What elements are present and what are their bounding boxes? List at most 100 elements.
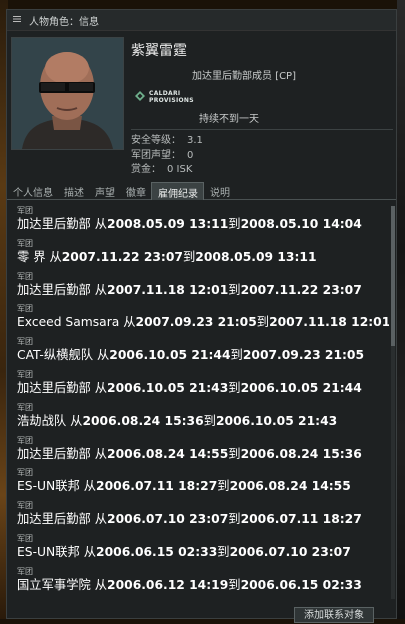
tab-standings[interactable]: 声望 [89, 182, 120, 199]
history-end: 2007.11.22 23:07 [240, 282, 362, 297]
history-entry[interactable]: 军团 ES-UN联邦 从2006.06.15 02:33到2006.07.10 2… [17, 534, 389, 567]
history-start: 2006.06.15 02:33 [96, 544, 218, 559]
history-line: Exceed Samsara 从2007.09.23 21:05到2007.11… [17, 314, 389, 330]
history-role: 军团 [17, 238, 33, 248]
history-entry[interactable]: 军团 CAT-纵横舰队 从2006.10.05 21:44到2007.09.23 … [17, 337, 389, 370]
scrollbar-thumb[interactable] [391, 206, 395, 346]
history-start: 2008.05.09 13:11 [107, 217, 229, 231]
history-to: 到 [230, 348, 243, 363]
history-from: 从 [94, 282, 108, 297]
history-end: 2006.07.11 18:27 [240, 512, 362, 527]
history-role: 军团 [17, 337, 33, 347]
employment-history-list[interactable]: 军团 加达里后勤部 从2008.05.09 13:11到2008.05.10 14… [17, 206, 389, 599]
history-from: 从 [94, 217, 108, 231]
window-titlebar[interactable]: 人物角色：信息 [7, 10, 396, 31]
history-line: 加达里后勤部 从2008.05.09 13:11到2008.05.10 14:0… [17, 216, 389, 232]
corporation-membership[interactable]: 加达里后勤部成员 [CP] [192, 67, 296, 82]
history-start: 2007.11.22 23:07 [61, 249, 183, 264]
character-name: 紫翼雷霆 [131, 43, 187, 59]
history-entry[interactable]: 军团 ES-UN联邦 从2006.07.11 18:27到2006.08.24 1… [17, 468, 389, 501]
logo-text-line1: CALDARI [149, 89, 181, 97]
history-corp[interactable]: 浩劫战队 [17, 414, 66, 428]
history-entry[interactable]: 军团 Exceed Samsara 从2007.09.23 21:05到2007.… [17, 304, 389, 337]
history-corp[interactable]: ES-UN联邦 [17, 545, 80, 559]
history-start: 2006.08.24 15:36 [82, 413, 204, 428]
character-portrait [11, 37, 124, 150]
history-role: 军团 [17, 566, 33, 576]
history-line: ES-UN联邦 从2006.06.15 02:33到2006.07.10 23:… [17, 544, 389, 560]
history-to: 到 [228, 217, 241, 231]
history-start: 2006.10.05 21:43 [107, 380, 229, 395]
history-to: 到 [228, 446, 241, 461]
history-from: 从 [94, 512, 108, 527]
history-corp[interactable]: 加达里后勤部 [17, 217, 91, 231]
history-corp[interactable]: Exceed Samsara [17, 315, 119, 329]
history-corp[interactable]: 加达里后勤部 [17, 283, 91, 297]
history-corp[interactable]: 加达里后勤部 [17, 512, 91, 526]
history-line: 加达里后勤部 从2006.07.10 23:07到2006.07.11 18:2… [17, 511, 389, 527]
history-role: 军团 [17, 271, 33, 281]
history-entry[interactable]: 军团 加达里后勤部 从2007.11.18 12:01到2007.11.22 23… [17, 272, 389, 305]
history-line: ES-UN联邦 从2006.07.11 18:27到2006.08.24 14:… [17, 478, 389, 494]
history-end: 2008.05.10 14:04 [240, 217, 362, 231]
history-start: 2006.08.24 14:55 [107, 446, 229, 461]
history-end: 2006.10.05 21:43 [215, 413, 338, 428]
history-start: 2006.07.11 18:27 [96, 479, 218, 494]
history-line: 国立军事学院 从2006.06.12 14:19到2006.06.15 02:3… [17, 577, 389, 593]
history-start: 2007.09.23 21:05 [135, 315, 257, 330]
history-entry[interactable]: 军团 加达里后勤部 从2008.05.09 13:11到2008.05.10 14… [17, 206, 389, 239]
history-end: 2007.09.23 21:05 [242, 348, 365, 363]
tab-decorations[interactable]: 徽章 [120, 182, 151, 199]
history-start: 2007.11.18 12:01 [107, 282, 229, 297]
history-from: 从 [70, 413, 83, 428]
history-to: 到 [228, 577, 241, 592]
history-corp[interactable]: 零 界 [17, 250, 46, 264]
history-role: 军团 [17, 206, 33, 215]
history-role: 军团 [17, 501, 33, 511]
tab-employment-history[interactable]: 雇佣纪录 [151, 182, 204, 200]
history-end: 2006.08.24 14:55 [229, 479, 351, 494]
history-entry[interactable]: 军团 国立军事学院 从2006.06.12 14:19到2006.06.15 02… [17, 567, 389, 599]
history-to: 到 [182, 249, 196, 264]
history-role: 军团 [17, 304, 33, 314]
history-entry[interactable]: 军团 加达里后勤部 从2006.10.05 21:43到2006.10.05 21… [17, 370, 389, 403]
history-line: 加达里后勤部 从2006.08.24 14:55到2006.08.24 15:3… [17, 446, 389, 462]
history-end: 2006.10.05 21:44 [240, 380, 362, 395]
history-entry[interactable]: 军团 加达里后勤部 从2006.07.10 23:07到2006.07.11 18… [17, 501, 389, 534]
history-entry[interactable]: 军团零 界 从2007.11.22 23:07到2008.05.09 13:11 [17, 239, 389, 272]
history-role: 军团 [17, 468, 33, 478]
corporation-logo[interactable]: CALDARI PROVISIONS [134, 87, 194, 106]
character-stats: 安全等级： 3.1 军团声望： 0 赏金： 0 ISK [131, 134, 203, 178]
bounty-row: 赏金： 0 ISK [131, 164, 193, 175]
history-end: 2006.08.24 15:36 [240, 446, 362, 461]
caldari-provisions-logo-icon [134, 87, 146, 106]
tab-notes[interactable]: 说明 [204, 182, 235, 199]
history-corp[interactable]: CAT-纵横舰队 [17, 348, 93, 362]
history-entry[interactable]: 军团 浩劫战队 从2006.08.24 15:36到2006.10.05 21:4… [17, 403, 389, 436]
history-to: 到 [256, 315, 270, 330]
history-corp[interactable]: 加达里后勤部 [17, 381, 91, 395]
tab-personal-info[interactable]: 个人信息 [7, 182, 58, 199]
history-start: 2006.07.10 23:07 [107, 512, 229, 527]
history-from: 从 [49, 249, 62, 264]
add-contact-button[interactable]: 添加联系对象 [294, 607, 374, 623]
history-from: 从 [123, 315, 136, 330]
security-status-row: 安全等级： 3.1 [131, 135, 203, 146]
history-start: 2006.10.05 21:44 [109, 348, 231, 363]
history-from: 从 [94, 380, 108, 395]
tab-description[interactable]: 描述 [58, 182, 89, 199]
menu-icon[interactable] [13, 15, 23, 26]
info-tabs: 个人信息 描述 声望 徽章 雇佣纪录 说明 [7, 182, 396, 200]
history-corp[interactable]: 国立军事学院 [17, 578, 91, 592]
history-from: 从 [83, 479, 97, 494]
background-right [397, 0, 405, 619]
history-corp[interactable]: ES-UN联邦 [17, 479, 80, 493]
history-end: 2006.06.15 02:33 [240, 577, 362, 592]
history-start: 2006.06.12 14:19 [107, 577, 229, 592]
history-end: 2006.07.10 23:07 [229, 544, 351, 559]
history-corp[interactable]: 加达里后勤部 [17, 447, 91, 461]
scrollbar[interactable] [391, 206, 395, 599]
history-to: 到 [203, 413, 216, 428]
membership-duration: 持续不到一天 [199, 114, 259, 125]
history-entry[interactable]: 军团 加达里后勤部 从2006.08.24 14:55到2006.08.24 15… [17, 436, 389, 469]
